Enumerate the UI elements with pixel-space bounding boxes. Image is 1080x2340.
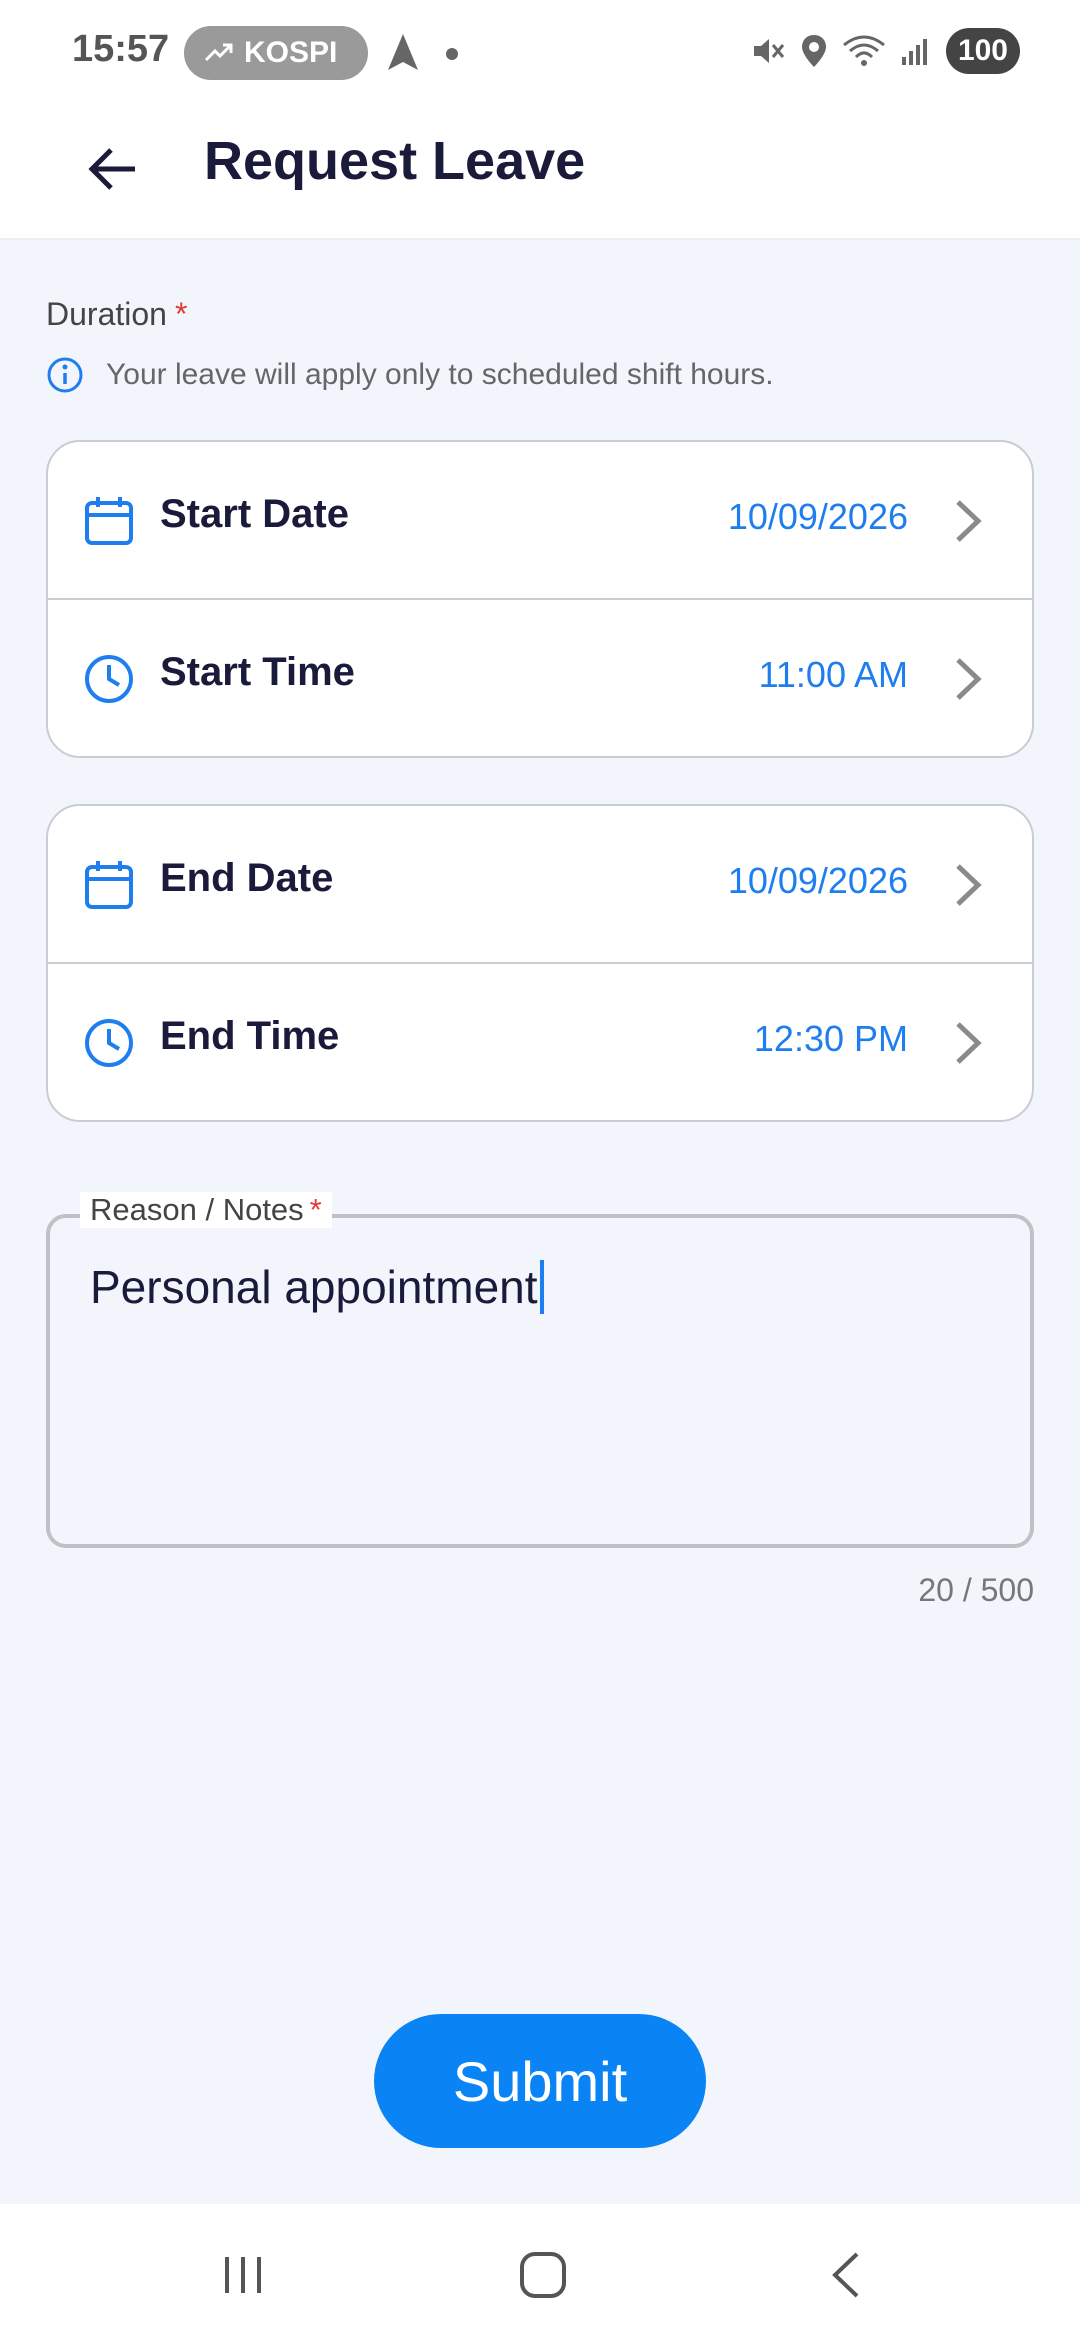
signal-icon <box>901 39 927 65</box>
chevron-right-icon <box>956 1022 982 1064</box>
end-time-row[interactable]: End Time 12:30 PM <box>48 964 1032 1120</box>
start-date-label: Start Date <box>160 492 349 536</box>
page-title: Request Leave <box>204 131 586 191</box>
info-icon <box>47 357 83 393</box>
back-button[interactable] <box>78 134 148 204</box>
notification-dot-icon <box>446 48 458 60</box>
start-time-label: Start Time <box>160 650 355 694</box>
screen: 15:57 KOSPI 100 Request Leave Duration *… <box>0 0 1080 2340</box>
end-time-value: 12:30 PM <box>753 1018 908 1059</box>
character-counter: 20 / 500 <box>918 1572 1034 1608</box>
duration-info: Your leave will apply only to scheduled … <box>46 356 774 394</box>
ticker-label: KOSPI <box>244 36 338 69</box>
notes-label: Reason / Notes * <box>80 1192 332 1228</box>
arrow-left-icon <box>88 148 135 190</box>
chevron-right-icon <box>956 658 982 700</box>
recent-apps-icon <box>225 2257 261 2293</box>
duration-info-text: Your leave will apply only to scheduled … <box>106 358 774 391</box>
notes-value[interactable]: Personal appointment <box>90 1260 544 1314</box>
end-card: End Date 10/09/2026 End Time 12:30 PM <box>46 804 1034 1122</box>
location-icon <box>801 35 826 67</box>
status-bar: 15:57 KOSPI 100 <box>0 0 1080 100</box>
start-time-value: 11:00 AM <box>758 654 908 695</box>
required-mark: * <box>174 296 188 332</box>
status-time: 15:57 <box>72 28 170 70</box>
clock-icon <box>85 1019 133 1067</box>
ticker-pill: KOSPI <box>184 26 368 80</box>
end-date-label: End Date <box>160 856 334 900</box>
home-icon <box>520 2252 566 2298</box>
duration-label: Duration * <box>46 296 187 333</box>
start-date-value: 10/09/2026 <box>727 496 908 537</box>
app-bar: Request Leave <box>0 100 1080 240</box>
text-cursor <box>539 1260 544 1314</box>
chevron-right-icon <box>956 864 982 906</box>
calendar-icon <box>85 497 133 545</box>
chevron-right-icon <box>956 500 982 542</box>
submit-button[interactable]: Submit <box>374 2014 706 2148</box>
chevron-left-icon <box>832 2252 859 2298</box>
system-back-button[interactable] <box>810 2240 880 2310</box>
end-date-value: 10/09/2026 <box>727 860 908 901</box>
clock-icon <box>85 655 133 703</box>
notes-label-text: Reason / Notes <box>90 1192 304 1227</box>
duration-label-text: Duration <box>46 296 167 332</box>
status-icons: 100 <box>750 28 1020 74</box>
start-time-row[interactable]: Start Time 11:00 AM <box>48 600 1032 756</box>
end-time-label: End Time <box>160 1014 340 1058</box>
wifi-icon <box>843 35 885 66</box>
start-date-row[interactable]: Start Date 10/09/2026 <box>48 442 1032 600</box>
system-nav-bar <box>0 2204 1080 2340</box>
home-button[interactable] <box>508 2240 578 2310</box>
end-date-row[interactable]: End Date 10/09/2026 <box>48 806 1032 964</box>
mute-icon <box>753 39 785 63</box>
required-mark: * <box>309 1192 322 1227</box>
notes-value-text: Personal appointment <box>90 1261 538 1313</box>
calendar-icon <box>85 861 133 909</box>
start-card: Start Date 10/09/2026 Start Time 11:00 A… <box>46 440 1034 758</box>
battery-indicator: 100 <box>945 28 1020 74</box>
navigation-icon <box>388 34 418 70</box>
trending-up-icon <box>204 43 233 62</box>
recent-apps-button[interactable] <box>208 2240 278 2310</box>
